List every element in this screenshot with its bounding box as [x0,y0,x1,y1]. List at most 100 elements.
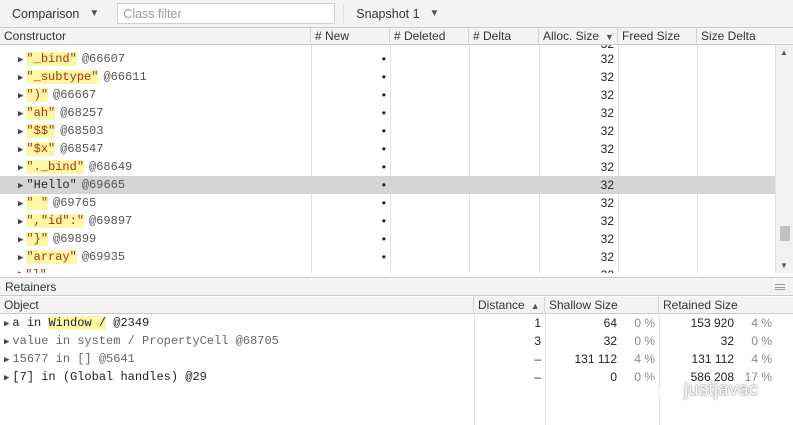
col-constructor[interactable]: Constructor [0,28,311,45]
object-id: @66611 [103,70,147,84]
expand-triangle-icon[interactable]: ▶ [18,181,23,191]
string-value: "Hello" [26,178,77,192]
delta-cell [469,104,539,122]
col-alloc-size-label: Alloc. Size [543,29,600,43]
col-new[interactable]: # New [311,28,390,45]
expand-triangle-icon[interactable]: ▶ [18,235,23,245]
shallow-size-percent: 0 % [634,334,655,348]
new-count-cell: • [381,196,386,210]
table-row[interactable]: ▶ "_subtype" @66611 • 32 [0,68,775,86]
delta-cell [469,158,539,176]
scroll-down-icon[interactable]: ▼ [780,261,788,270]
table-row[interactable]: ▶ "$$" @68503 • 32 [0,122,775,140]
expand-triangle-icon[interactable]: ▶ [18,109,23,119]
table-row[interactable]: ▶ "$x" @68547 • 32 [0,140,775,158]
shallow-size-percent: 4 % [634,352,655,366]
expand-triangle-icon[interactable]: ▶ [18,145,23,155]
expand-triangle-icon[interactable]: ▶ [4,337,9,347]
table-row[interactable]: ▶ ","id":" @69897 • 32 [0,212,775,230]
comparison-grid-header: Constructor # New # Deleted # Delta Allo… [0,28,793,45]
object-id: @69765 [53,196,97,210]
col-retained-size[interactable]: Retained Size [659,297,793,314]
col-alloc-size[interactable]: Alloc. Size ▼ [539,28,618,45]
vertical-scrollbar[interactable]: ▲ ▼ [775,45,793,273]
view-mode-select[interactable]: Comparison ▼ [0,0,105,28]
table-row[interactable]: ▶ "._bind" @68649 • 32 [0,158,775,176]
table-row[interactable]: ▶ " " @69765 • 32 [0,194,775,212]
watermark-text: justjavac [684,378,759,399]
retainer-object-cell: ▶ value in system / PropertyCell @68705 [0,332,474,350]
retainer-object-cell: ▶ a in Window / @2349 [0,314,474,332]
expand-triangle-icon[interactable]: ▶ [18,91,23,101]
size-delta-cell [697,122,775,140]
constructor-cell: ▶ "}" @69899 [0,230,311,248]
size-delta-cell [697,86,775,104]
distance-cell: 3 [534,334,541,348]
col-delta[interactable]: # Delta [469,28,539,45]
retained-size-value: 131 112 [691,352,735,366]
new-count-cell: • [381,70,386,84]
new-count-cell: • [381,88,386,102]
retainer-prefix: 15677 in [] @5641 [12,352,135,366]
scroll-thumb[interactable] [780,226,790,241]
col-shallow-size[interactable]: Shallow Size [545,297,659,314]
view-mode-label: Comparison [12,6,80,21]
retainers-title: Retainers [5,280,57,294]
expand-triangle-icon[interactable]: ▶ [4,319,9,329]
deleted-count-cell [390,212,469,230]
table-row[interactable]: ▶ "array" @69935 • 32 [0,248,775,266]
expand-triangle-icon[interactable]: ▶ [18,217,23,227]
retained-size-cell: 32 0 % [659,332,776,350]
freed-size-cell [618,176,697,194]
partial-ctor: ▶"]" [0,266,47,273]
alloc-size-cell: 32 [600,70,614,84]
expand-triangle-icon[interactable]: ▶ [18,199,23,209]
constructor-cell: ▶ ","id":" @69897 [0,212,311,230]
expand-triangle-icon[interactable]: ▶ [4,373,9,383]
table-row[interactable]: ▶ ")" @66667 • 32 [0,86,775,104]
shallow-size-cell: 00 % [545,368,659,386]
sort-descending-icon: ▼ [605,32,614,42]
new-count-cell: • [381,250,386,264]
expand-triangle-icon[interactable]: ▶ [4,355,9,365]
retainer-object-cell: ▶ [7] in (Global handles) @29 [0,368,474,386]
expand-triangle-icon[interactable]: ▶ [18,253,23,263]
scroll-up-icon[interactable]: ▲ [780,48,788,57]
object-id: @66607 [81,52,126,66]
object-id: @68257 [60,106,104,120]
retainer-row[interactable]: ▶ value in system / PropertyCell @68705 3 3… [0,332,793,350]
expand-triangle-icon[interactable]: ▶ [18,73,23,83]
constructor-cell: ▶ " " @69765 [0,194,311,212]
col-deleted[interactable]: # Deleted [390,28,469,45]
retainer-row[interactable]: ▶ 15677 in [] @5641 – 131 112 4 % 131 112 4 % [0,350,793,368]
size-delta-cell [697,248,775,266]
retained-size-value: 153 920 [690,316,734,330]
expand-triangle-icon[interactable]: ▶ [18,127,23,137]
shallow-size-cell: 131 112 4 % [545,350,659,368]
alloc-size-cell: 32 [600,214,614,228]
expand-triangle-icon[interactable]: ▶ [18,163,23,173]
string-value: "_subtype" [26,70,99,84]
table-row[interactable]: ▶ "_bind" @66607 • 32 [0,50,775,68]
col-size-delta[interactable]: Size Delta [697,28,793,45]
col-freed-size[interactable]: Freed Size [618,28,697,45]
string-value: "$x" [26,142,56,156]
alloc-size-cell: 32 [600,124,614,138]
col-object[interactable]: Object [0,297,474,314]
alloc-size-cell: 32 [600,250,614,264]
class-filter-input[interactable] [117,3,336,24]
snapshot-select[interactable]: Snapshot 1 ▼ [344,0,445,28]
table-row[interactable]: ▶ "ah" @68257 • 32 [0,104,775,122]
expand-triangle-icon[interactable]: ▶ [18,55,23,65]
table-row[interactable]: ▶ "Hello" @69665 • 32 [0,176,775,194]
shallow-size-percent: 0 % [634,316,655,330]
retainer-row[interactable]: ▶ a in Window / @2349 1 64 0 % 153 920 4 % [0,314,793,332]
sort-ascending-icon: ▲ [530,301,540,311]
col-distance[interactable]: Distance ▲ [474,297,545,314]
string-value: "ah" [26,106,56,120]
alloc-size-cell: 32 [600,160,614,174]
size-delta-cell [697,68,775,86]
resize-handle-icon[interactable] [775,284,785,290]
string-value: "$$" [26,124,56,138]
table-row[interactable]: ▶ "}" @69899 • 32 [0,230,775,248]
